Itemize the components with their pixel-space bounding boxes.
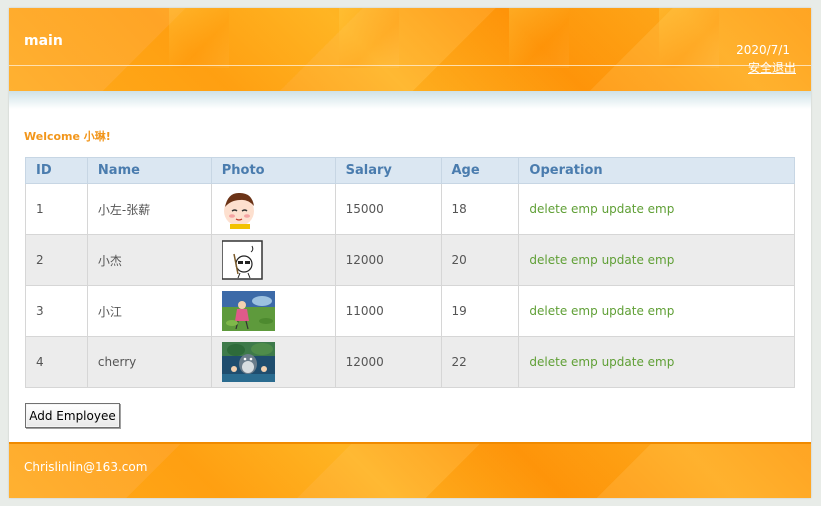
delete-emp-link[interactable]: delete emp xyxy=(529,253,597,267)
cell-name: 小杰 xyxy=(86,234,212,286)
update-emp-link[interactable]: update emp xyxy=(602,202,675,216)
cell-operation: delete emp update emp xyxy=(518,183,795,235)
cell-salary: 11000 xyxy=(334,285,442,337)
sketch-character-avatar xyxy=(221,240,275,280)
cell-id: 3 xyxy=(25,285,88,337)
footer-email: Chrislinlin@163.com xyxy=(24,460,148,474)
update-emp-link[interactable]: update emp xyxy=(602,253,675,267)
cell-id: 2 xyxy=(25,234,88,286)
cell-photo xyxy=(210,183,336,235)
header-decoration xyxy=(659,8,719,68)
delete-emp-link[interactable]: delete emp xyxy=(529,304,597,318)
cell-age: 19 xyxy=(440,285,520,337)
cell-id: 1 xyxy=(25,183,88,235)
page-container: main 2020/7/1 安全退出 Welcome 小琳! ID Name P… xyxy=(9,8,811,498)
header-shadow-bar xyxy=(9,91,811,109)
header-divider xyxy=(9,65,811,66)
cell-salary: 12000 xyxy=(334,336,442,388)
cell-id: 4 xyxy=(25,336,88,388)
column-header-age: Age xyxy=(440,157,520,184)
cell-name: 小左-张薪 xyxy=(86,183,212,235)
table-row: 1 小左-张薪 15000 18 delete emp update emp xyxy=(25,183,795,235)
add-employee-button[interactable]: Add Employee xyxy=(25,403,120,428)
anime-girl-meadow-avatar xyxy=(221,291,275,331)
table-row: 2 小杰 12000 20 delete emp update emp xyxy=(25,234,795,286)
column-header-name: Name xyxy=(86,157,212,184)
header-decoration xyxy=(339,8,399,68)
cell-photo xyxy=(210,234,336,286)
welcome-message: Welcome 小琳! xyxy=(24,130,111,143)
cell-age: 22 xyxy=(440,336,520,388)
employee-table: ID Name Photo Salary Age Operation 1 小左-… xyxy=(25,157,795,388)
footer-banner: Chrislinlin@163.com xyxy=(9,442,811,498)
cell-photo xyxy=(210,336,336,388)
header-banner: main 2020/7/1 安全退出 xyxy=(9,8,811,91)
cell-operation: delete emp update emp xyxy=(518,234,795,286)
column-header-salary: Salary xyxy=(334,157,442,184)
column-header-operation: Operation xyxy=(518,157,795,184)
column-header-id: ID xyxy=(25,157,88,184)
delete-emp-link[interactable]: delete emp xyxy=(529,202,597,216)
current-date: 2020/7/1 xyxy=(736,43,790,57)
cell-operation: delete emp update emp xyxy=(518,336,795,388)
table-row: 3 小江 11000 19 delete emp update emp xyxy=(25,285,795,337)
table-row: 4 cherry 12000 22 delete emp update emp xyxy=(25,336,795,388)
cell-name: 小江 xyxy=(86,285,212,337)
update-emp-link[interactable]: update emp xyxy=(602,355,675,369)
delete-emp-link[interactable]: delete emp xyxy=(529,355,597,369)
header-decoration xyxy=(509,8,569,68)
cell-salary: 12000 xyxy=(334,234,442,286)
cell-name: cherry xyxy=(86,336,212,388)
cartoon-boy-avatar xyxy=(221,189,275,229)
cell-operation: delete emp update emp xyxy=(518,285,795,337)
cell-salary: 15000 xyxy=(334,183,442,235)
totoro-scene-avatar xyxy=(221,342,275,382)
page-title: main xyxy=(24,33,63,49)
header-decoration xyxy=(169,8,229,68)
column-header-photo: Photo xyxy=(210,157,336,184)
cell-photo xyxy=(210,285,336,337)
logout-link[interactable]: 安全退出 xyxy=(748,59,796,76)
cell-age: 18 xyxy=(440,183,520,235)
table-header-row: ID Name Photo Salary Age Operation xyxy=(25,157,795,184)
update-emp-link[interactable]: update emp xyxy=(602,304,675,318)
cell-age: 20 xyxy=(440,234,520,286)
